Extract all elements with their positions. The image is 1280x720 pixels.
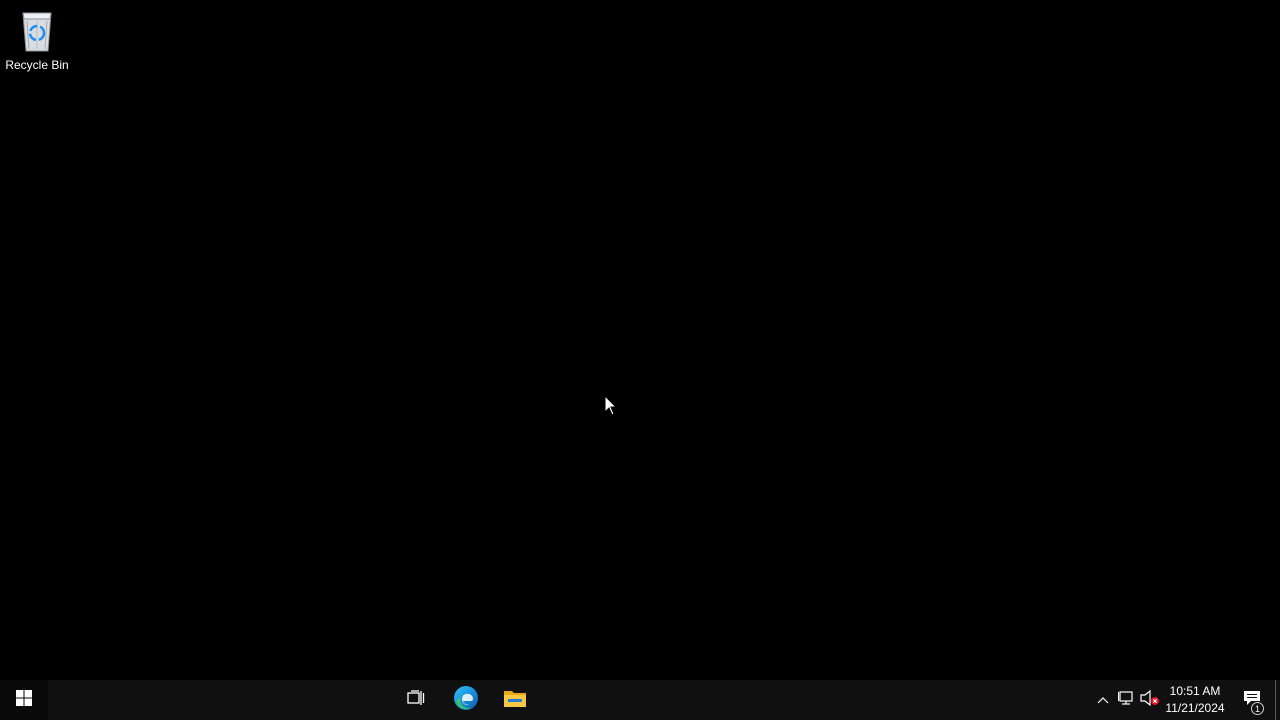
taskbar-clock[interactable]: 10:51 AM 11/21/2024 — [1162, 680, 1228, 720]
edge-button[interactable] — [442, 680, 490, 720]
volume-button[interactable] — [1139, 680, 1161, 720]
desktop-icon-recycle-bin[interactable]: Recycle Bin — [0, 4, 74, 76]
notification-count-badge: 1 — [1251, 702, 1264, 715]
task-view-icon — [407, 689, 425, 711]
mouse-pointer-icon — [604, 394, 618, 417]
desktop-icon-label: Recycle Bin — [5, 58, 69, 72]
show-hidden-icons-button[interactable] — [1092, 680, 1114, 720]
clock-date: 11/21/2024 — [1165, 701, 1225, 715]
windows-logo-icon — [16, 689, 32, 711]
chevron-up-icon — [1097, 691, 1109, 709]
network-button[interactable] — [1116, 680, 1138, 720]
task-view-button[interactable] — [392, 680, 440, 720]
start-button[interactable] — [0, 680, 48, 720]
clock-time: 10:51 AM — [1169, 684, 1221, 698]
edge-icon — [453, 685, 479, 716]
recycle-bin-icon — [17, 6, 57, 54]
desktop[interactable]: Recycle Bin — [0, 0, 1280, 680]
taskbar: 10:51 AM 11/21/2024 1 — [0, 680, 1280, 720]
network-disconnected-icon — [1118, 690, 1136, 711]
action-center-button[interactable]: 1 — [1232, 680, 1272, 720]
file-explorer-button[interactable] — [491, 680, 539, 720]
show-desktop-button[interactable] — [1275, 680, 1280, 720]
volume-muted-icon — [1140, 689, 1160, 711]
file-explorer-icon — [503, 687, 527, 714]
